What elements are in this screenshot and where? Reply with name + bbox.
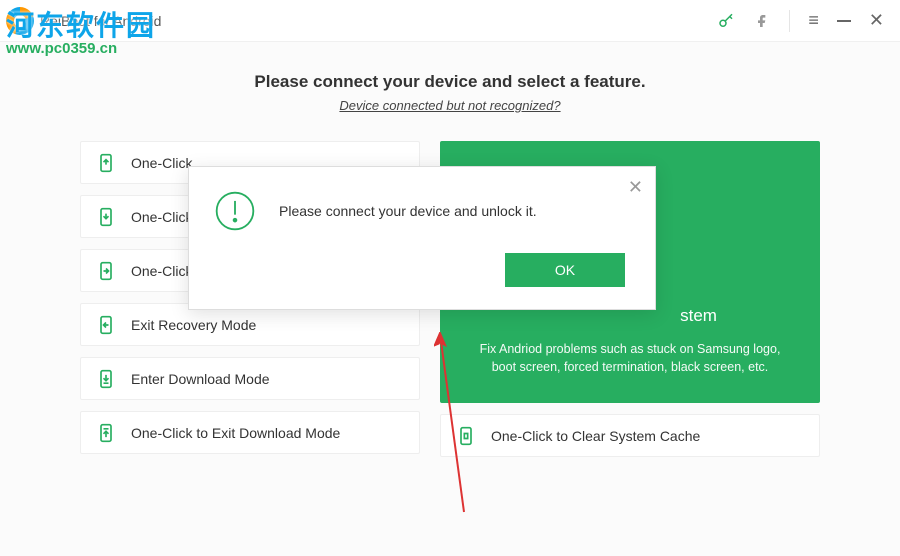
device-help-link[interactable]: Device connected but not recognized? <box>80 98 820 113</box>
ok-button[interactable]: OK <box>505 253 625 287</box>
repair-card-desc: Fix Andriod problems such as stuck on Sa… <box>468 340 792 378</box>
option-label: One-Click <box>131 263 192 279</box>
app-title: ReiBoot for Android <box>40 13 161 29</box>
option-exit-download[interactable]: One-Click to Exit Download Mode <box>80 411 420 454</box>
titlebar: ReiBoot for Android ≡ ✕ <box>0 0 900 42</box>
dialog-message: Please connect your device and unlock it… <box>279 203 537 219</box>
app-logo <box>6 7 34 35</box>
menu-icon[interactable]: ≡ <box>808 10 819 31</box>
titlebar-right: ≡ ✕ <box>717 10 896 32</box>
option-label: One-Click <box>131 209 192 225</box>
trash-icon <box>455 425 477 447</box>
option-label: One-Click to Clear System Cache <box>491 428 700 444</box>
option-label: Enter Download Mode <box>131 371 270 387</box>
dialog-close-icon[interactable]: ✕ <box>628 177 643 198</box>
connect-device-dialog: ✕ Please connect your device and unlock … <box>188 166 656 310</box>
option-enter-download[interactable]: Enter Download Mode <box>80 357 420 400</box>
phone-right-icon <box>95 260 117 282</box>
option-label: Exit Recovery Mode <box>131 317 256 333</box>
phone-up-icon <box>95 152 117 174</box>
close-icon[interactable]: ✕ <box>869 10 884 31</box>
titlebar-divider <box>789 10 790 32</box>
dialog-body: Please connect your device and unlock it… <box>213 189 631 233</box>
option-label: One-Click to Exit Download Mode <box>131 425 340 441</box>
key-icon[interactable] <box>717 12 735 30</box>
facebook-icon[interactable] <box>753 12 771 30</box>
option-clear-cache[interactable]: One-Click to Clear System Cache <box>440 414 820 457</box>
titlebar-left: ReiBoot for Android <box>4 7 161 35</box>
option-label: One-Click <box>131 155 192 171</box>
upload-icon <box>95 422 117 444</box>
page-headline: Please connect your device and select a … <box>80 72 820 92</box>
alert-icon <box>213 189 257 233</box>
phone-exit-icon <box>95 314 117 336</box>
minimize-icon[interactable] <box>837 20 851 22</box>
download-icon <box>95 368 117 390</box>
phone-down-icon <box>95 206 117 228</box>
